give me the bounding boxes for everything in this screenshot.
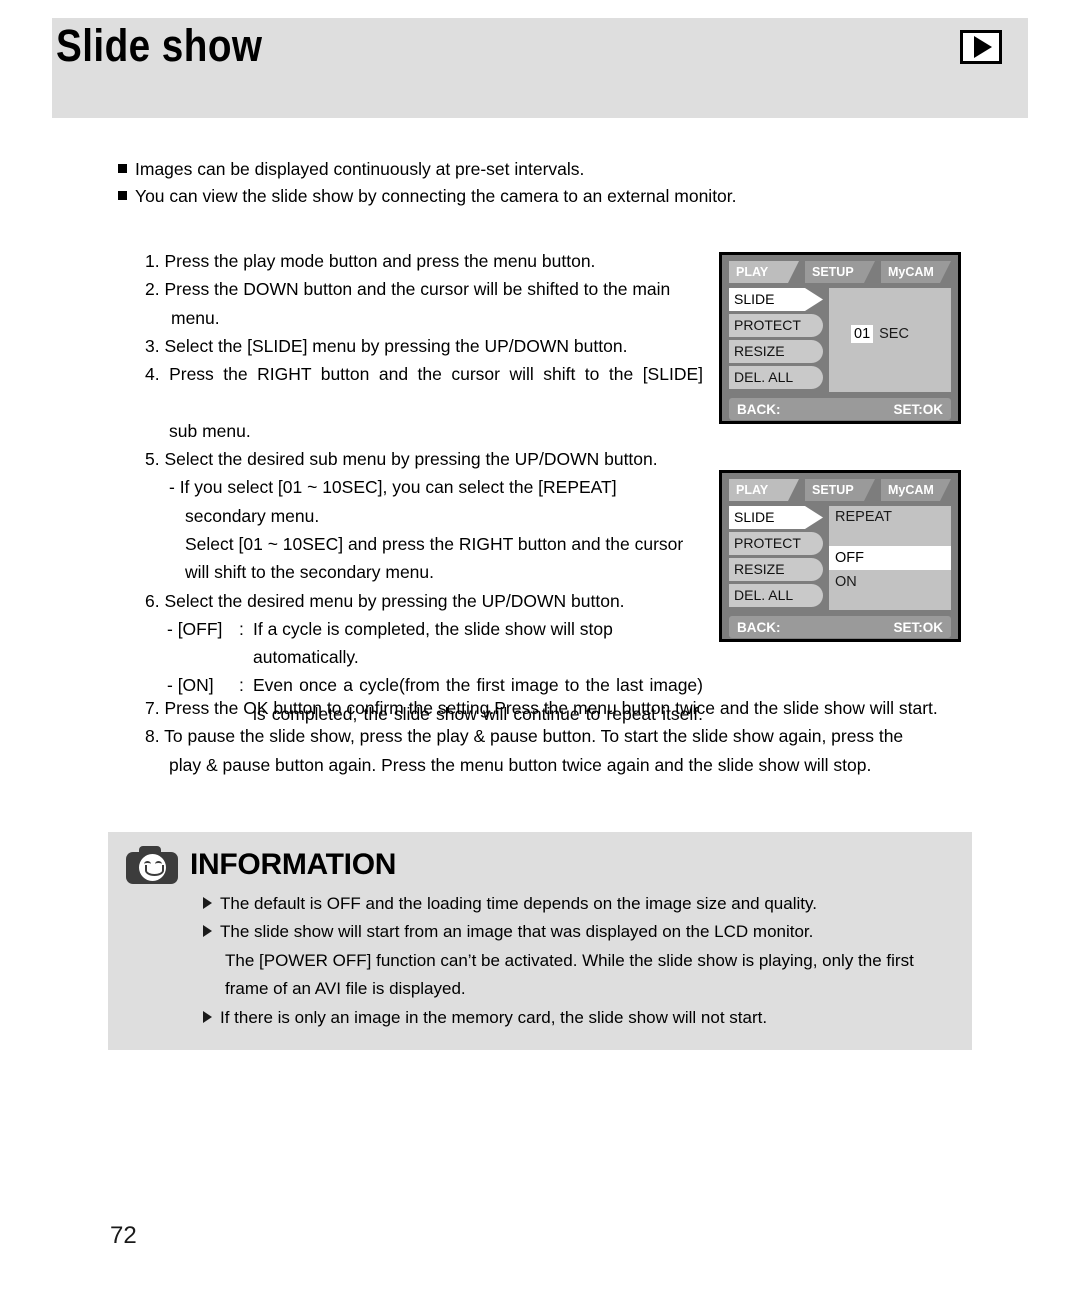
lcd-tab-mycam[interactable]: MyCAM: [881, 479, 951, 501]
information-bullet-text: The default is OFF and the loading time …: [220, 894, 817, 913]
lcd-menu-item-protect[interactable]: PROTECT: [729, 532, 823, 555]
lcd-sub-panel-interval: 01 SEC: [829, 288, 951, 392]
lcd-footer-set: SET:OK: [893, 619, 943, 635]
interval-value-row: 01 SEC: [851, 325, 909, 343]
information-note-line-1: The [POWER OFF] function can’t be activa…: [225, 950, 914, 970]
page-title: Slide show: [56, 20, 263, 71]
information-bullet-item: The slide show will start from an image …: [203, 918, 963, 946]
information-bullet-text: If there is only an image in the memory …: [220, 1007, 768, 1027]
information-note-line-2: frame of an AVI file is displayed.: [225, 979, 466, 999]
lcd-main-menu-list: SLIDE PROTECT RESIZE DEL. ALL: [729, 288, 823, 392]
step-5-sub-c: Select [01 ~ 10SEC] and press the RIGHT …: [185, 533, 684, 554]
lcd-body: SLIDE PROTECT RESIZE DEL. ALL 01 SEC: [729, 288, 951, 392]
step-2: 2. Press the DOWN button and the cursor …: [145, 279, 671, 328]
step-4: 4. Press the RIGHT button and the cursor…: [145, 364, 703, 385]
information-bullet-item: The default is OFF and the loading time …: [203, 890, 963, 918]
lcd-footer-bar: BACK: SET:OK: [729, 616, 951, 638]
play-triangle: [973, 36, 992, 58]
lcd-menu-item-slide[interactable]: SLIDE: [729, 506, 823, 529]
lcd-tab-setup[interactable]: SETUP: [805, 479, 875, 501]
interval-value[interactable]: 01: [851, 325, 874, 343]
lcd-tab-mycam[interactable]: MyCAM: [881, 261, 951, 283]
step-5-sub-b: secondary menu.: [185, 505, 320, 526]
page-number: 72: [110, 1222, 137, 1249]
lcd-tab-play[interactable]: PLAY: [729, 261, 799, 283]
camera-smiley-icon: [126, 846, 178, 884]
option-off-row: - [OFF] : If a cycle is completed, the s…: [145, 615, 703, 643]
step-3: 3. Select the [SLIDE] menu by pressing t…: [145, 335, 628, 356]
step-6: 6. Select the desired menu by pressing t…: [145, 590, 625, 611]
interval-unit: SEC: [879, 326, 909, 342]
lcd-menu-item-del-all[interactable]: DEL. ALL: [729, 584, 823, 607]
intro-bullet-text: Images can be displayed continuously at …: [135, 159, 585, 179]
intro-bullet-item: You can view the slide show by connectin…: [118, 183, 878, 210]
lcd-footer-set: SET:OK: [893, 401, 943, 417]
lcd-sub-panel-repeat: REPEAT OFF ON: [829, 506, 951, 610]
option-off-row-cont: automatically.: [145, 643, 703, 671]
information-box: INFORMATION The default is OFF and the l…: [108, 832, 972, 1050]
option-off-colon: :: [239, 618, 244, 639]
square-bullet-icon: [118, 191, 127, 200]
step-7: 7. Press the OK button to confirm the se…: [145, 698, 938, 718]
information-bullet-item: If there is only an image in the memory …: [203, 1004, 963, 1032]
repeat-option-on[interactable]: ON: [829, 570, 951, 594]
play-icon: [960, 30, 1002, 64]
intro-bullets: Images can be displayed continuously at …: [118, 156, 878, 210]
lcd-main-menu-list: SLIDE PROTECT RESIZE DEL. ALL: [729, 506, 823, 610]
lcd-tab-play[interactable]: PLAY: [729, 479, 799, 501]
option-off-label: - [OFF]: [167, 618, 223, 639]
lcd-tab-bar: PLAY SETUP MyCAM: [729, 261, 951, 283]
square-bullet-icon: [118, 164, 127, 173]
step-8: 8. To pause the slide show, press the pl…: [145, 726, 904, 747]
step-5-sub-d: will shift to the secondary menu.: [185, 562, 435, 583]
lcd-footer-back: BACK:: [737, 401, 781, 417]
lcd-menu-item-protect[interactable]: PROTECT: [729, 314, 823, 337]
intro-bullet-item: Images can be displayed continuously at …: [118, 156, 878, 183]
lcd-tab-setup[interactable]: SETUP: [805, 261, 875, 283]
information-header: INFORMATION: [126, 846, 396, 884]
lcd-body: SLIDE PROTECT RESIZE DEL. ALL REPEAT OFF…: [729, 506, 951, 610]
procedure-steps: 1. Press the play mode button and press …: [145, 247, 703, 756]
smiley-mouth: [145, 865, 164, 876]
step-1: 1. Press the play mode button and press …: [145, 251, 596, 271]
step-4-cont: sub menu.: [169, 420, 251, 441]
repeat-option-off[interactable]: OFF: [829, 546, 951, 570]
step-5: 5. Select the desired sub menu by pressi…: [145, 449, 658, 470]
triangle-bullet-icon: [203, 897, 212, 909]
lcd-footer-bar: BACK: SET:OK: [729, 398, 951, 420]
procedure-steps-wide: 7. Press the OK button to confirm the se…: [145, 694, 975, 779]
information-title: INFORMATION: [190, 848, 397, 881]
lcd-tab-bar: PLAY SETUP MyCAM: [729, 479, 951, 501]
lcd-menu-screen-slide-interval: PLAY SETUP MyCAM SLIDE PROTECT RESIZE DE…: [719, 252, 961, 424]
lcd-footer-back: BACK:: [737, 619, 781, 635]
lcd-menu-item-resize[interactable]: RESIZE: [729, 558, 823, 581]
triangle-bullet-icon: [203, 925, 212, 938]
information-bullet-list: The default is OFF and the loading time …: [203, 890, 963, 1032]
lcd-menu-screen-repeat: PLAY SETUP MyCAM SLIDE PROTECT RESIZE DE…: [719, 470, 961, 642]
lcd-menu-item-slide[interactable]: SLIDE: [729, 288, 823, 311]
step-8-cont: play & pause button again. Press the men…: [169, 754, 872, 775]
intro-bullet-text: You can view the slide show by connectin…: [135, 186, 737, 206]
option-off-desc-cont: automatically.: [253, 647, 359, 668]
lcd-menu-item-del-all[interactable]: DEL. ALL: [729, 366, 823, 389]
lcd-menu-item-resize[interactable]: RESIZE: [729, 340, 823, 363]
step-5-sub-a: - If you select [01 ~ 10SEC], you can se…: [169, 477, 617, 498]
repeat-submenu-title: REPEAT: [835, 509, 892, 525]
option-off-desc: If a cycle is completed, the slide show …: [253, 618, 613, 639]
triangle-bullet-icon: [203, 1010, 212, 1023]
information-bullet-text: The slide show will start from an image …: [220, 922, 814, 942]
